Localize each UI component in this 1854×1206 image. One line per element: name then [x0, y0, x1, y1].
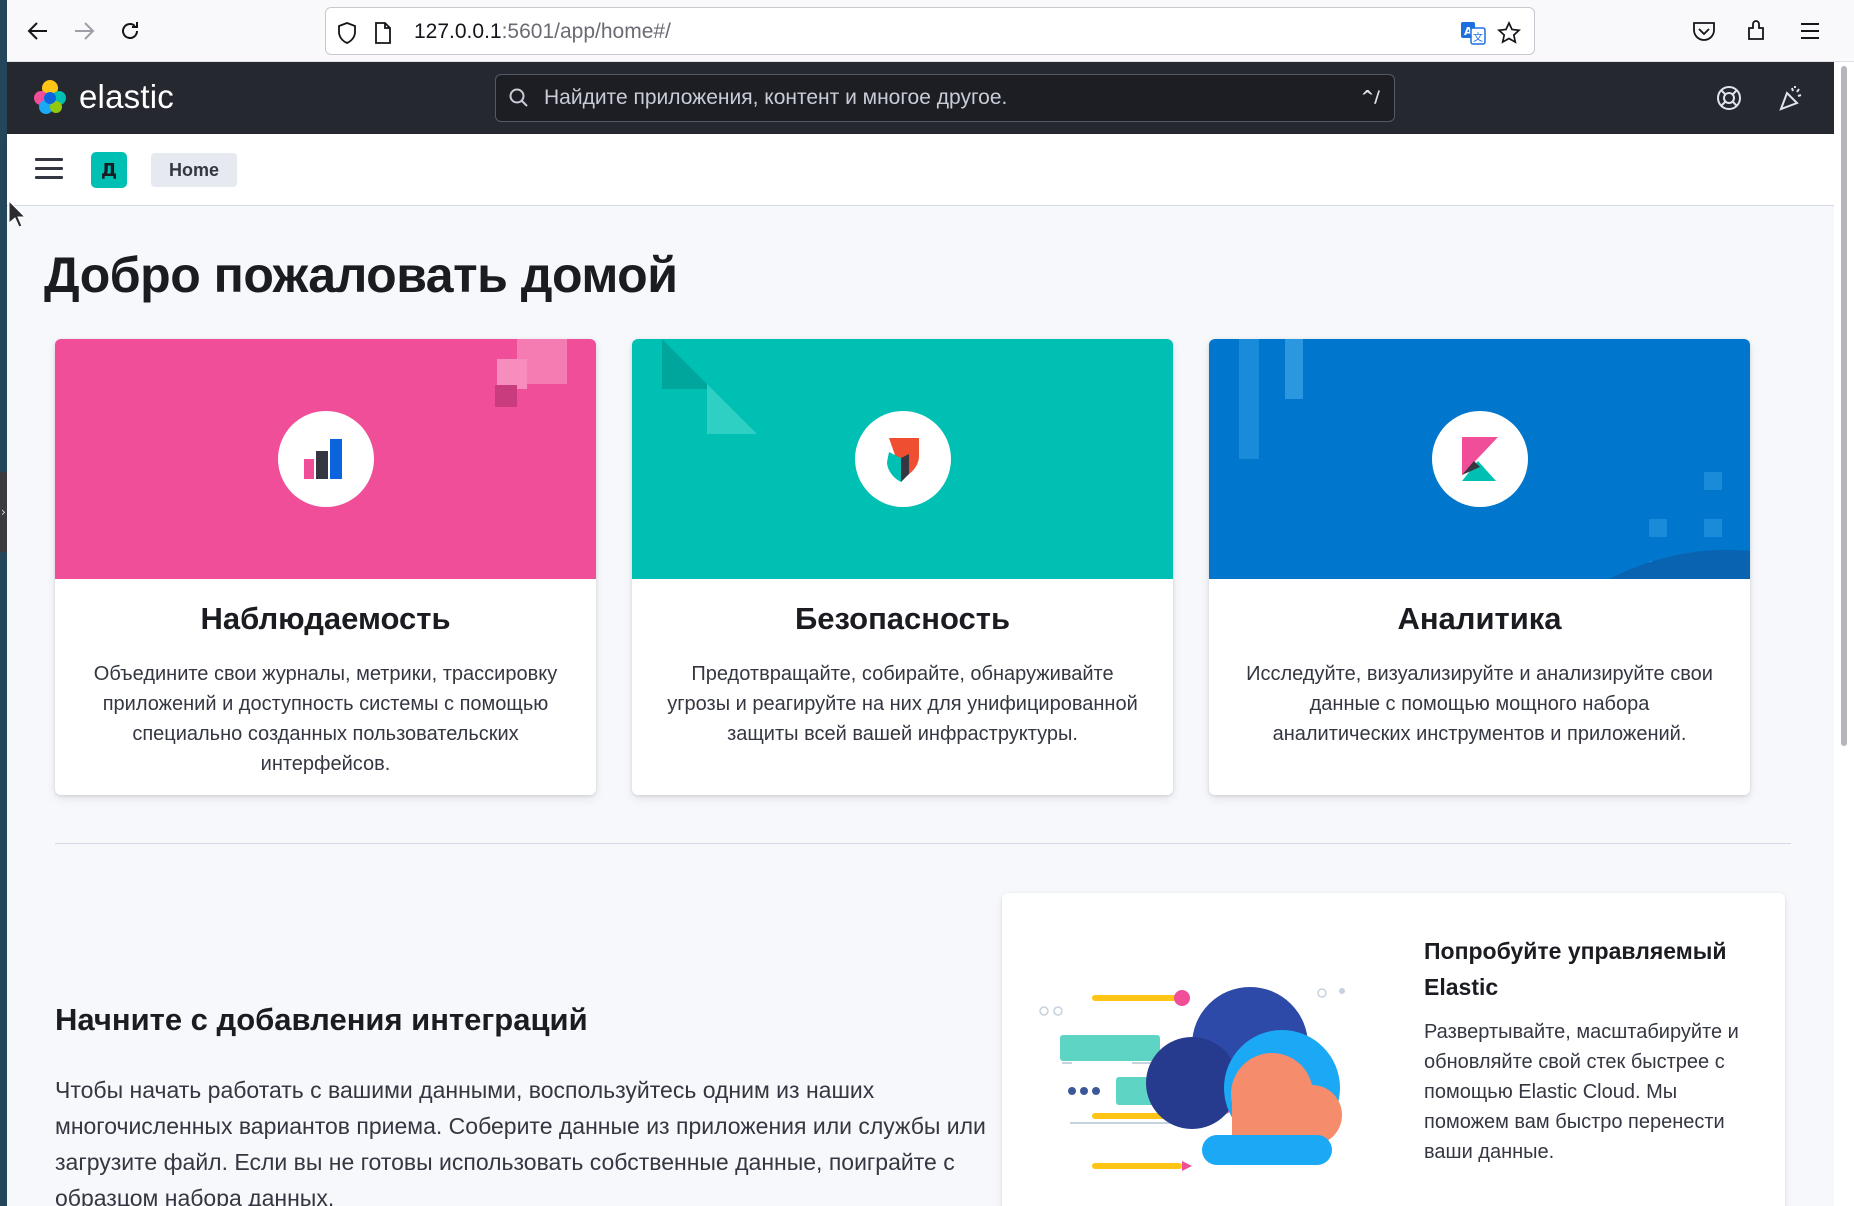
cloud-text: Развертывайте, масштабируйте и обновляйт… [1424, 1021, 1739, 1163]
card-description: Объедините свои журналы, метрики, трасси… [93, 663, 558, 775]
kibana-header: elastic ^/ [7, 62, 1834, 134]
page-scrollbar[interactable] [1834, 62, 1854, 1206]
svg-text:文: 文 [1473, 31, 1483, 44]
bookmark-star-icon[interactable] [1496, 20, 1522, 46]
cloud-title: Попробуйте управляемый Elastic [1424, 938, 1727, 1000]
logo-text: elastic [79, 78, 174, 115]
security-shield-icon [854, 411, 951, 507]
card-title: Наблюдаемость [200, 601, 451, 636]
integrations-text: Чтобы начать работать с вашими данными, … [55, 1077, 986, 1206]
help-lifebuoy-icon [1717, 86, 1741, 110]
card-banner [632, 339, 1173, 579]
search-icon [509, 88, 528, 107]
cloud-promo-card[interactable]: Попробуйте управляемый Elastic Развертыв… [1002, 893, 1785, 1206]
arrow-left-icon [27, 22, 47, 40]
elastic-logo-icon [34, 80, 66, 114]
card-description: Предотвращайте, собирайте, обнаруживайте… [667, 663, 1138, 745]
card-security[interactable]: Безопасность Предотвращайте, собирайте, … [632, 339, 1173, 795]
global-search[interactable]: ^/ [495, 74, 1395, 122]
analytics-kibana-icon [1431, 411, 1528, 507]
card-banner [1209, 339, 1750, 579]
forward-button[interactable] [67, 14, 101, 48]
card-title: Аналитика [1397, 601, 1562, 636]
page-icon[interactable] [370, 20, 396, 46]
card-description: Исследуйте, визуализируйте и анализируйт… [1246, 663, 1713, 745]
reload-button[interactable] [113, 14, 147, 48]
card-analytics[interactable]: Аналитика Исследуйте, визуализируйте и а… [1209, 339, 1750, 795]
reload-icon [122, 22, 138, 39]
party-popper-icon [1779, 86, 1802, 111]
card-banner [55, 339, 596, 579]
elastic-logo[interactable]: elastic [31, 78, 174, 116]
menu-icon[interactable] [1795, 16, 1825, 46]
browser-toolbar: 127.0.0.1:5601/app/home#/ A文 [7, 0, 1854, 62]
hamburger-icon [35, 158, 63, 161]
hamburger-icon-line [35, 176, 63, 179]
breadcrumb-bar: Д Home [7, 134, 1834, 206]
translate-icon[interactable]: A文 [1460, 20, 1486, 46]
card-observability[interactable]: Наблюдаемость Объедините свои журналы, м… [55, 339, 596, 795]
integrations-title: Начните с добавления интеграций [55, 1002, 588, 1037]
extensions-icon[interactable] [1742, 16, 1772, 46]
section-divider [55, 843, 1791, 844]
url-text[interactable]: 127.0.0.1:5601/app/home#/ [414, 20, 671, 44]
address-bar[interactable]: 127.0.0.1:5601/app/home#/ A文 [325, 7, 1535, 55]
breadcrumb-home[interactable]: Home [151, 153, 238, 187]
back-button[interactable] [21, 14, 55, 48]
space-avatar[interactable]: Д [91, 152, 127, 188]
hamburger-icon-line [35, 167, 63, 170]
help-button[interactable] [1711, 80, 1747, 116]
search-shortcut: ^/ [1360, 87, 1380, 106]
nav-toggle-button[interactable] [35, 158, 63, 182]
desktop-edge [0, 0, 7, 1206]
card-title: Безопасность [794, 601, 1011, 636]
arrow-right-icon [75, 22, 95, 40]
page-title: Добро пожаловать домой [44, 247, 678, 303]
scrollbar-thumb[interactable] [1841, 66, 1847, 746]
news-button[interactable] [1773, 80, 1809, 116]
url-host: 127.0.0.1 [414, 20, 502, 43]
mouse-cursor-icon [8, 200, 26, 228]
cloud-illustration [1039, 987, 1345, 1171]
shield-icon[interactable] [334, 20, 360, 46]
pocket-icon[interactable] [1689, 16, 1719, 46]
observability-icon [277, 411, 374, 507]
url-path: :5601/app/home#/ [501, 20, 671, 43]
search-input[interactable] [544, 75, 1324, 121]
main-content: Добро пожаловать домой Наблюдаемость Объ… [7, 206, 1834, 1206]
